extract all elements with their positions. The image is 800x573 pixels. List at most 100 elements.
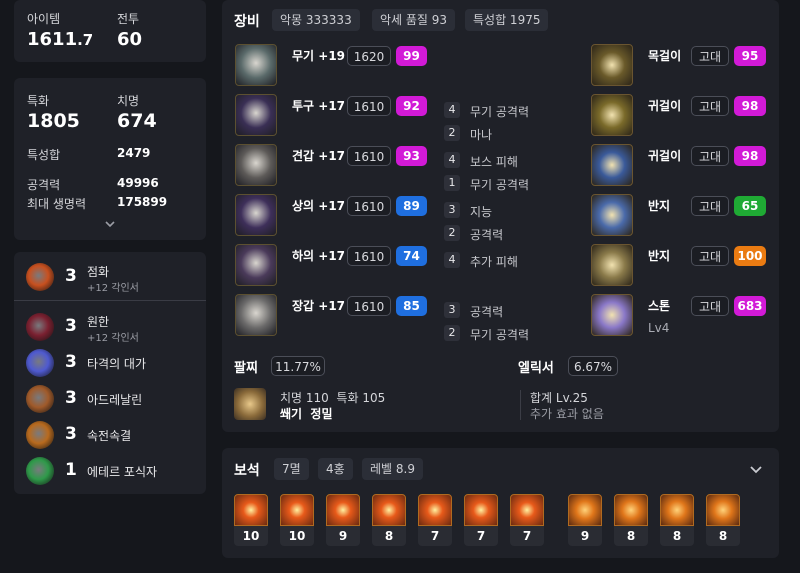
accessory-grade: 고대 bbox=[691, 196, 729, 216]
engraving-book: +12 각인서 bbox=[87, 283, 139, 294]
gem-level: 7 bbox=[418, 526, 452, 546]
gear-quality-badge: 89 bbox=[396, 196, 427, 216]
gear-quality-badge: 92 bbox=[396, 96, 427, 116]
accessory-icon[interactable] bbox=[591, 194, 633, 236]
trait-sum-label: 특성합 bbox=[27, 148, 61, 162]
trait-count: 4 bbox=[444, 102, 460, 118]
elixir-divider bbox=[520, 390, 521, 420]
accessory-quality-badge: 98 bbox=[734, 96, 766, 116]
engraving-book: +12 각인서 bbox=[87, 333, 139, 344]
annihilation-gem[interactable]: 8 bbox=[372, 494, 406, 546]
annihilation-gem[interactable]: 7 bbox=[418, 494, 452, 546]
accessory-name: 귀걸이 bbox=[648, 99, 682, 113]
gem-icon bbox=[372, 494, 406, 526]
attack-label: 공격력 bbox=[27, 178, 61, 192]
crimson-gem[interactable]: 9 bbox=[568, 494, 602, 546]
annihilation-gem[interactable]: 7 bbox=[510, 494, 544, 546]
gear-quality-badge: 99 bbox=[396, 46, 427, 66]
engraving-row[interactable]: 3 점화 +12 각인서 bbox=[14, 260, 206, 294]
bracelet-line1: 치명 110 특화 105 bbox=[280, 391, 386, 405]
gem-tag-annihilation: 7멸 bbox=[274, 458, 309, 480]
crimson-gem[interactable]: 8 bbox=[706, 494, 740, 546]
gem-icon bbox=[418, 494, 452, 526]
crit-value: 674 bbox=[117, 110, 157, 132]
gear-icon[interactable] bbox=[235, 44, 277, 86]
engraving-name: 에테르 포식자 bbox=[87, 465, 158, 479]
annihilation-gem[interactable]: 10 bbox=[234, 494, 268, 546]
crit-label: 치명 bbox=[117, 94, 140, 108]
gem-level: 8 bbox=[706, 526, 740, 546]
annihilation-gem[interactable]: 10 bbox=[280, 494, 314, 546]
gear-item-level: 1610 bbox=[347, 296, 391, 316]
gear-icon[interactable] bbox=[235, 244, 277, 286]
gear-item-level: 1610 bbox=[347, 246, 391, 266]
gear-icon[interactable] bbox=[235, 294, 277, 336]
gem-icon bbox=[464, 494, 498, 526]
gem-icon bbox=[510, 494, 544, 526]
bracelet-title: 팔찌 bbox=[234, 361, 258, 376]
tag-accessory-quality: 악세 품질 93 bbox=[372, 9, 456, 31]
elixir-title: 엘릭서 bbox=[518, 361, 554, 376]
chevron-down-icon[interactable] bbox=[748, 462, 764, 476]
gem-icon bbox=[568, 494, 602, 526]
gear-item-level: 1610 bbox=[347, 96, 391, 116]
accessory-grade: 고대 bbox=[691, 296, 729, 316]
trait-count: 1 bbox=[444, 175, 460, 191]
elixir-percent: 6.67% bbox=[568, 356, 618, 376]
crimson-gem[interactable]: 8 bbox=[614, 494, 648, 546]
chevron-down-icon[interactable] bbox=[102, 218, 118, 230]
gear-quality-badge: 74 bbox=[396, 246, 427, 266]
accessory-icon[interactable] bbox=[591, 94, 633, 136]
gem-icon bbox=[280, 494, 314, 526]
crimson-gem[interactable]: 8 bbox=[660, 494, 694, 546]
accessory-icon[interactable] bbox=[591, 44, 633, 86]
elixir-line2: 추가 효과 없음 bbox=[530, 407, 604, 421]
gem-level: 8 bbox=[372, 526, 406, 546]
trait-count: 2 bbox=[444, 325, 460, 341]
accessory-icon[interactable] bbox=[591, 244, 633, 286]
gear-icon[interactable] bbox=[235, 144, 277, 186]
engraving-row[interactable]: 3 원한 +12 각인서 bbox=[14, 310, 206, 344]
engraving-icon bbox=[26, 385, 54, 413]
trait-count: 4 bbox=[444, 252, 460, 268]
accessory-icon[interactable] bbox=[591, 144, 633, 186]
accessory-quality-badge: 683 bbox=[734, 296, 766, 316]
max-hp-label: 최대 생명력 bbox=[27, 197, 87, 211]
annihilation-gem[interactable]: 9 bbox=[326, 494, 360, 546]
accessory-icon[interactable] bbox=[591, 294, 633, 336]
accessory-grade: 고대 bbox=[691, 96, 729, 116]
item-level-label: 아이템 bbox=[27, 12, 61, 26]
engraving-level: 3 bbox=[65, 266, 77, 286]
engraving-divider bbox=[14, 300, 206, 301]
gem-level: 10 bbox=[234, 526, 268, 546]
gear-icon[interactable] bbox=[235, 194, 277, 236]
accessory-grade: 고대 bbox=[691, 246, 729, 266]
engraving-row[interactable]: 3 아드레날린 bbox=[14, 382, 206, 416]
engraving-row[interactable]: 3 타격의 대가 bbox=[14, 346, 206, 380]
battle-level-value: 60 bbox=[117, 29, 143, 50]
specialization-label: 특화 bbox=[27, 94, 50, 108]
bracelet-icon[interactable] bbox=[234, 388, 266, 420]
trait-name: 무기 공격력 bbox=[470, 178, 530, 192]
gear-name: 상의 +17 bbox=[292, 199, 346, 213]
gear-icon[interactable] bbox=[235, 94, 277, 136]
gear-quality-badge: 85 bbox=[396, 296, 427, 316]
engraving-level: 3 bbox=[65, 352, 77, 372]
engraving-row[interactable]: 3 속전속결 bbox=[14, 418, 206, 452]
gear-name: 장갑 +17 bbox=[292, 299, 346, 313]
accessory-name: 반지 bbox=[648, 249, 671, 263]
annihilation-gem[interactable]: 7 bbox=[464, 494, 498, 546]
engravings-card: 3 점화 +12 각인서 3 원한 +12 각인서 3 타격의 대가 3 아드레날린 3 속전속결 1 에… bbox=[14, 252, 206, 494]
accessory-name: 귀걸이 bbox=[648, 149, 682, 163]
gem-icon bbox=[706, 494, 740, 526]
equipment-card: 장비 악몽 333333 악세 품질 93 특성합 1975 무기 +19 162… bbox=[222, 0, 779, 432]
engraving-name: 속전속결 bbox=[87, 429, 132, 443]
max-hp-value: 175899 bbox=[117, 195, 168, 209]
gear-name: 하의 +17 bbox=[292, 249, 346, 263]
trait-name: 마나 bbox=[470, 128, 493, 142]
gear-item-level: 1610 bbox=[347, 146, 391, 166]
bracelet-line2: 쐐기 정밀 bbox=[280, 407, 333, 421]
engraving-level: 3 bbox=[65, 388, 77, 408]
engraving-row[interactable]: 1 에테르 포식자 bbox=[14, 454, 206, 488]
gem-level: 7 bbox=[464, 526, 498, 546]
